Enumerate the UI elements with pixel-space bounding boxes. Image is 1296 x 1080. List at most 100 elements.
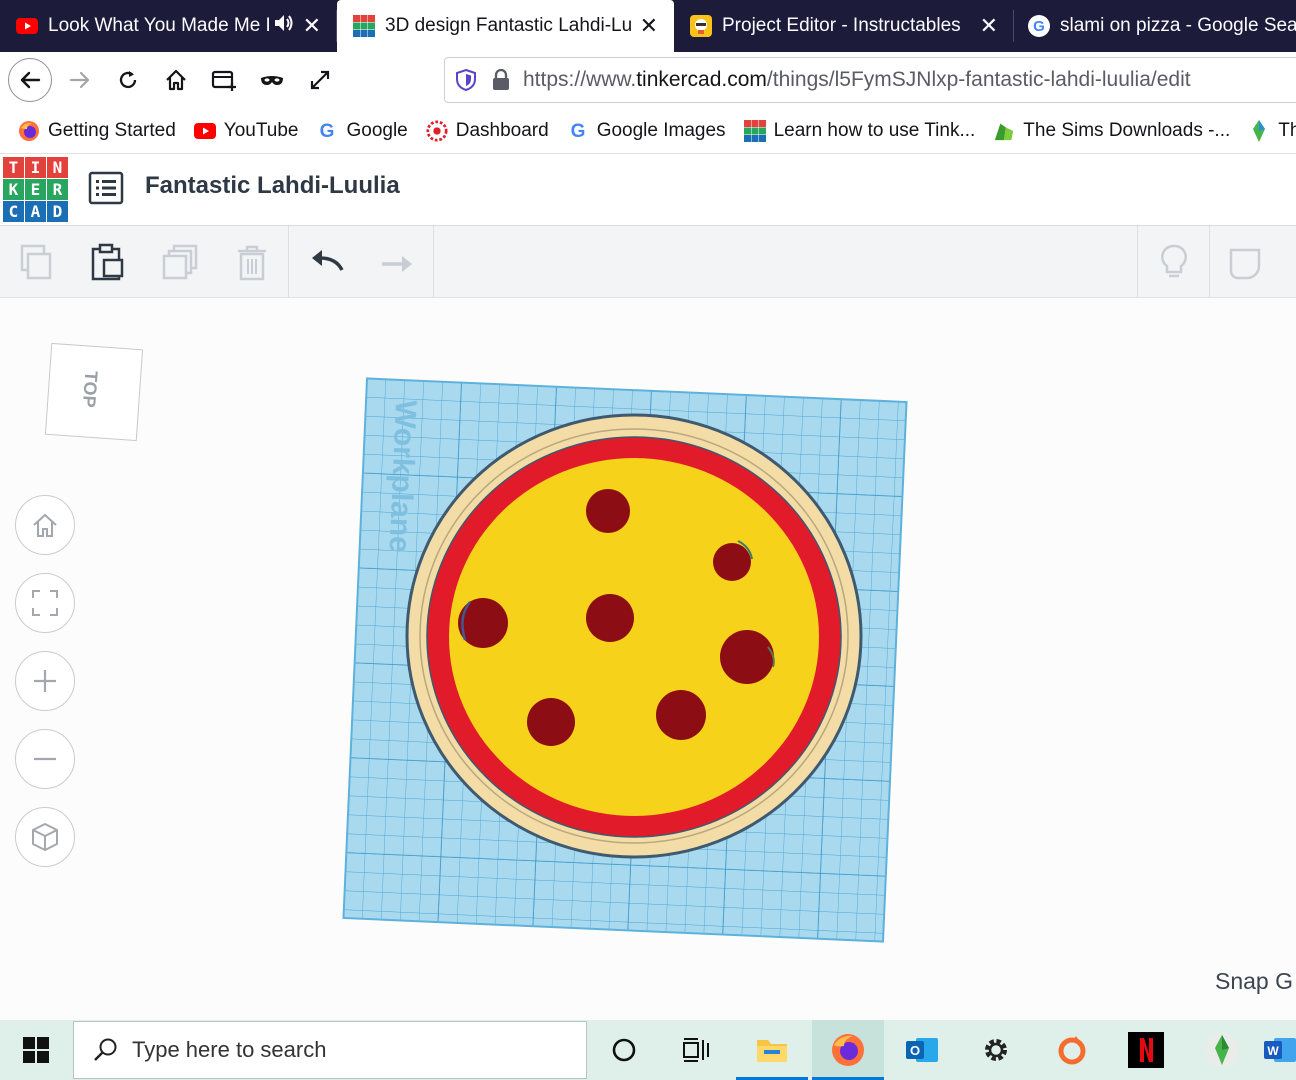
speaker-icon[interactable]: [273, 13, 295, 39]
windows-taskbar: Type here to search O W: [0, 1020, 1296, 1080]
fit-view-button[interactable]: [15, 573, 75, 633]
address-bar[interactable]: https://www.tinkercad.com/things/l5FymSJ…: [444, 57, 1296, 103]
bookmark-label: The Sims: [1278, 119, 1296, 141]
search-icon: [92, 1037, 118, 1063]
perspective-toggle-button[interactable]: [15, 807, 75, 867]
workplane-canvas[interactable]: Workplane: [320, 355, 930, 965]
bookmark-getting-started[interactable]: Getting Started: [18, 120, 176, 142]
redo-button[interactable]: [372, 238, 420, 286]
logo-letter: K: [3, 179, 24, 200]
google-icon: G: [567, 120, 589, 142]
show-all-button[interactable]: [1222, 238, 1270, 286]
pepperoni[interactable]: [458, 598, 508, 648]
taskbar-search-box[interactable]: Type here to search: [73, 1021, 587, 1079]
reload-button[interactable]: [106, 58, 150, 102]
view-cube[interactable]: TOP: [44, 342, 144, 442]
reload-icon: [119, 71, 137, 89]
gear-icon: [985, 1039, 1007, 1061]
copy-button[interactable]: [12, 238, 60, 286]
bookmarks-toolbar: Getting Started YouTube G Google Dashboa…: [0, 108, 1296, 154]
word-icon: W: [1264, 1038, 1296, 1062]
delete-button[interactable]: [228, 238, 276, 286]
home-view-button[interactable]: [15, 495, 75, 555]
origin-taskbar-icon[interactable]: [1036, 1020, 1108, 1080]
tab-google-search[interactable]: G slami on pizza - Google Search: [1014, 0, 1296, 52]
design-title[interactable]: Fantastic Lahdi-Luulia: [145, 172, 400, 200]
notes-button[interactable]: [1150, 238, 1198, 286]
pepperoni[interactable]: [713, 543, 751, 581]
private-browsing-button[interactable]: [250, 58, 294, 102]
bookmark-label: Learn how to use Tink...: [773, 119, 976, 141]
bookmark-label: Google: [346, 119, 408, 141]
close-tab-icon[interactable]: ✕: [980, 13, 998, 39]
tinkercad-logo[interactable]: T I N K E R C A D: [3, 157, 69, 223]
snap-grid-label[interactable]: Snap G: [1215, 968, 1293, 995]
netflix-taskbar-icon[interactable]: [1110, 1020, 1182, 1080]
firefox-icon: [18, 120, 40, 142]
pepperoni[interactable]: [586, 489, 630, 533]
container-tab-icon: [211, 70, 236, 91]
duplicate-icon: [162, 244, 198, 280]
bookmark-google[interactable]: G Google: [316, 119, 408, 142]
outlook-taskbar-icon[interactable]: O: [886, 1020, 958, 1080]
zoom-in-button[interactable]: [15, 651, 75, 711]
redo-icon: [382, 256, 412, 272]
close-tab-icon[interactable]: ✕: [640, 13, 658, 39]
plumbob-icon: [1248, 119, 1270, 142]
tab-tinkercad[interactable]: 3D design Fantastic Lahdi-Luulia ✕: [337, 0, 674, 52]
lightbulb-icon: [1161, 244, 1187, 278]
word-taskbar-icon[interactable]: W: [1262, 1020, 1296, 1080]
start-button[interactable]: [0, 1020, 72, 1080]
task-view-button[interactable]: [660, 1020, 732, 1080]
back-button[interactable]: [8, 58, 52, 102]
pepperoni[interactable]: [720, 630, 774, 684]
sims-downloads-icon: [993, 120, 1015, 142]
lock-icon[interactable]: [491, 69, 511, 91]
zoom-out-button[interactable]: [15, 729, 75, 789]
tab-title: Project Editor - Instructables: [722, 15, 961, 36]
bookmark-learn-tinkercad[interactable]: Learn how to use Tink...: [743, 119, 976, 142]
home-icon: [166, 69, 186, 91]
shape-note-icon: [1229, 248, 1261, 280]
bookmark-google-images[interactable]: G Google Images: [567, 120, 725, 142]
toolbar-divider: [1137, 226, 1138, 298]
svg-text:O: O: [910, 1043, 920, 1058]
home-button[interactable]: [154, 58, 198, 102]
paste-icon: [91, 243, 124, 281]
paste-button[interactable]: [82, 238, 130, 286]
tracking-protection-shield-icon[interactable]: [455, 68, 477, 92]
undo-button[interactable]: [302, 238, 350, 286]
tab-instructables[interactable]: Project Editor - Instructables ✕: [674, 0, 1014, 52]
google-icon: G: [316, 120, 338, 142]
pepperoni[interactable]: [527, 698, 575, 746]
file-explorer-taskbar-icon[interactable]: [736, 1020, 808, 1080]
pepperoni[interactable]: [656, 690, 706, 740]
logo-letter: I: [25, 157, 46, 178]
logo-letter: D: [47, 201, 68, 222]
url-prefix: https://www.: [523, 68, 637, 91]
bookmark-the-sims[interactable]: The Sims: [1248, 119, 1296, 142]
close-tab-icon[interactable]: ✕: [303, 13, 321, 39]
tinkercad-icon: [743, 119, 766, 142]
pizza-model[interactable]: [405, 413, 863, 859]
bookmark-youtube[interactable]: YouTube: [193, 120, 298, 142]
view-cube-face-label: TOP: [78, 370, 102, 409]
forward-button[interactable]: [58, 58, 102, 102]
editor-toolbar: [0, 226, 1296, 298]
fullscreen-button[interactable]: [298, 58, 342, 102]
design-list-button[interactable]: [88, 170, 124, 206]
firefox-taskbar-icon[interactable]: [812, 1020, 884, 1080]
duplicate-button[interactable]: [156, 238, 204, 286]
tinkercad-icon: [353, 15, 375, 37]
settings-taskbar-icon[interactable]: [960, 1020, 1032, 1080]
logo-letter: N: [47, 157, 68, 178]
firefox-icon: [832, 1034, 864, 1066]
new-container-tab-button[interactable]: [202, 58, 246, 102]
cortana-button[interactable]: [588, 1020, 660, 1080]
pepperoni[interactable]: [586, 594, 634, 642]
bookmark-dashboard[interactable]: Dashboard: [426, 120, 549, 142]
plumbob-icon: [1205, 1033, 1239, 1067]
tab-youtube[interactable]: Look What You Made Me Do ✕: [0, 0, 337, 52]
sims-taskbar-icon[interactable]: [1186, 1020, 1258, 1080]
bookmark-sims-downloads[interactable]: The Sims Downloads -...: [993, 120, 1230, 142]
